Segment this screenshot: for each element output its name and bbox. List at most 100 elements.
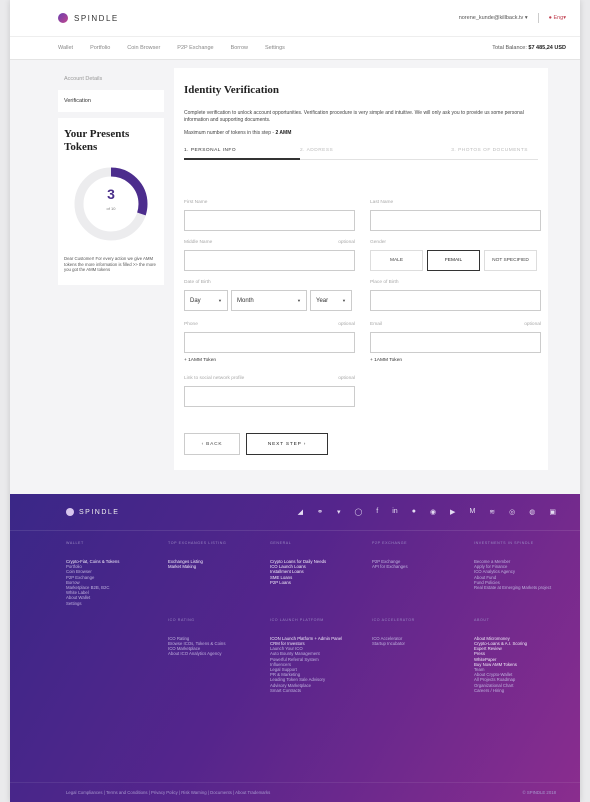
optional-label: optional — [338, 376, 355, 381]
caret-down-icon: ▼ — [218, 298, 222, 303]
account-details-link[interactable]: Account Details — [58, 68, 164, 90]
gender-male-button[interactable]: MALE — [370, 250, 423, 271]
balance-value: $7 485,24 USD — [528, 45, 566, 51]
footer-link[interactable]: Settings — [66, 601, 168, 606]
day-value: Day — [190, 297, 201, 304]
tab-photos-of-documents[interactable]: 3. PHOTOS OF DOCUMENTS — [451, 148, 528, 153]
verification-link[interactable]: Verification — [58, 90, 164, 112]
middle-name-label: Middle Name — [184, 240, 213, 245]
balance-label: Total Balance: — [492, 45, 527, 51]
nav-settings[interactable]: Settings — [265, 45, 285, 51]
dob-month-select[interactable]: Month ▼ — [231, 290, 307, 311]
pob-field: Place of Birth — [370, 280, 541, 311]
logo-icon — [66, 508, 74, 516]
gender-female-button[interactable]: FEMAIL — [427, 250, 480, 271]
footer-column: ICO LAUNCH PLATFORM ICON Launch Platform … — [270, 618, 372, 693]
last-name-input[interactable] — [370, 210, 541, 231]
tokens-value: 3 — [107, 186, 115, 202]
footer-link[interactable]: Startup Incubator — [372, 641, 474, 646]
pob-input[interactable] — [370, 290, 541, 311]
nav-borrow[interactable]: Borrow — [231, 45, 248, 51]
footer-column-heading: TOP EXCHANGES LISTING — [168, 541, 227, 545]
steemit-icon[interactable]: ≋ — [489, 508, 495, 516]
total-balance: Total Balance: $7 485,24 USD — [492, 45, 566, 51]
youtube-icon[interactable]: ▶ — [450, 508, 455, 516]
bitcointalk-icon[interactable]: ⚭ — [317, 508, 323, 516]
tokens-of: of 10 — [106, 206, 116, 211]
tokens-title: Your Presents Tokens — [64, 128, 130, 153]
footer-link[interactable]: Real Estate at Emerging Markets project — [474, 585, 576, 590]
first-name-field: First Name — [184, 200, 355, 231]
app-frame: SPINDLE norene_kunde@killback.tv ▾ ● Eng… — [10, 0, 580, 802]
nav-wallet[interactable]: Wallet — [58, 45, 73, 51]
tab-personal-info[interactable]: 1. PERSONAL INFO — [184, 148, 300, 153]
footer-link[interactable]: About ICO Analytics Agency — [168, 651, 270, 656]
reddit-icon[interactable]: ● — [412, 508, 416, 516]
chevron-down-icon: ▾ — [563, 15, 566, 21]
language-selector[interactable]: ● Eng▾ — [549, 15, 566, 21]
gender-label: Gender — [370, 240, 386, 245]
social-input[interactable] — [184, 386, 355, 407]
page-title: Identity Verification — [184, 84, 280, 96]
footer-column: ICO ACCELERATOR ICO Accelerator Startup In… — [372, 618, 474, 693]
footer-column-heading — [66, 618, 168, 624]
flag-icon: ● — [548, 15, 552, 21]
tab-address[interactable]: 2. ADDRESS — [300, 148, 400, 153]
user-email-menu[interactable]: norene_kunde@killback.tv ▾ — [459, 15, 528, 21]
legal-links[interactable]: Legal Compliances | Terms and Conditions… — [66, 790, 270, 795]
copyright: © SPINDLE 2018 — [522, 790, 556, 795]
first-name-label: First Name — [184, 200, 208, 205]
footer-column: P2P EXCHANGE P2P Exchange API for Exchange… — [372, 541, 474, 606]
optional-label: optional — [338, 240, 355, 245]
footer-column: INVESTMENTS IN SPINDLE Become a Member App… — [474, 541, 576, 606]
twitter-icon[interactable]: ▾ — [337, 508, 341, 516]
footer-column: ICO RATING ICO Rating Browse ICOs, Tokens … — [168, 618, 270, 693]
instagram-icon[interactable]: ◎ — [509, 508, 515, 516]
telegram-icon[interactable]: ◢ — [298, 508, 303, 516]
email-input[interactable] — [370, 332, 541, 353]
footer-link[interactable]: Market Making — [168, 564, 270, 569]
year-value: Year — [316, 297, 329, 304]
main-nav: Wallet Portfolio Coin Browser P2P Exchan… — [10, 36, 580, 60]
month-value: Month — [237, 297, 254, 304]
linkedin-icon[interactable]: in — [392, 508, 397, 516]
slack-icon[interactable]: ▣ — [549, 508, 556, 516]
description: Complete verification to unlock account … — [184, 110, 524, 123]
nav-coin-browser[interactable]: Coin Browser — [127, 45, 160, 51]
footer-link[interactable]: P2P Loans — [270, 580, 372, 585]
footer-link[interactable]: API for Exchanges — [372, 564, 474, 569]
weibo-icon[interactable]: ◉ — [430, 508, 436, 516]
back-label: BACK — [206, 441, 223, 447]
verification-form: Identity Verification Complete verificat… — [174, 68, 548, 470]
next-label: NEXT STEP — [267, 441, 302, 447]
footer-link[interactable]: Careers / Hiring — [474, 688, 576, 693]
social-links: ◢ ⚭ ▾ ◯ f in ● ◉ ▶ M ≋ ◎ ◍ ▣ — [298, 508, 556, 516]
footer-logo[interactable]: SPINDLE — [66, 508, 119, 516]
gender-field: Gender MALE FEMAIL NOT SPECIFIED — [370, 240, 541, 271]
dob-year-select[interactable]: Year ▼ — [310, 290, 352, 311]
phone-input[interactable] — [184, 332, 355, 353]
nav-p2p-exchange[interactable]: P2P Exchange — [177, 45, 213, 51]
github-icon[interactable]: ◯ — [354, 508, 362, 516]
footer-link[interactable]: Smart Contracts — [270, 688, 372, 693]
caret-down-icon: ▼ — [297, 298, 301, 303]
footer-column: TOP EXCHANGES LISTING Exchanges Listing Ma… — [168, 541, 270, 606]
back-button[interactable]: ‹ BACK — [184, 433, 240, 455]
medium-icon[interactable]: M — [469, 508, 475, 516]
pob-label: Place of Birth — [370, 280, 399, 285]
chevron-down-icon: ▾ — [524, 15, 528, 21]
footer-column: WALLET Crypto-Fiat, Coins & Tokens Portfol… — [66, 541, 168, 606]
tokens-card: Your Presents Tokens 3 of 10 Dear Custom… — [58, 118, 164, 285]
dob-field: Date of Birth Day ▼ Month ▼ Year ▼ — [184, 280, 355, 311]
discord-icon[interactable]: ◍ — [529, 508, 535, 516]
nav-portfolio[interactable]: Portfolio — [90, 45, 110, 51]
next-step-button[interactable]: NEXT STEP › — [246, 433, 328, 455]
caret-down-icon: ▼ — [342, 298, 346, 303]
phone-label: Phone — [184, 322, 198, 327]
facebook-icon[interactable]: f — [376, 508, 378, 516]
middle-name-input[interactable] — [184, 250, 355, 271]
dob-day-select[interactable]: Day ▼ — [184, 290, 228, 311]
gender-not-specified-button[interactable]: NOT SPECIFIED — [484, 250, 537, 271]
brand-logo[interactable]: SPINDLE — [58, 13, 119, 23]
first-name-input[interactable] — [184, 210, 355, 231]
